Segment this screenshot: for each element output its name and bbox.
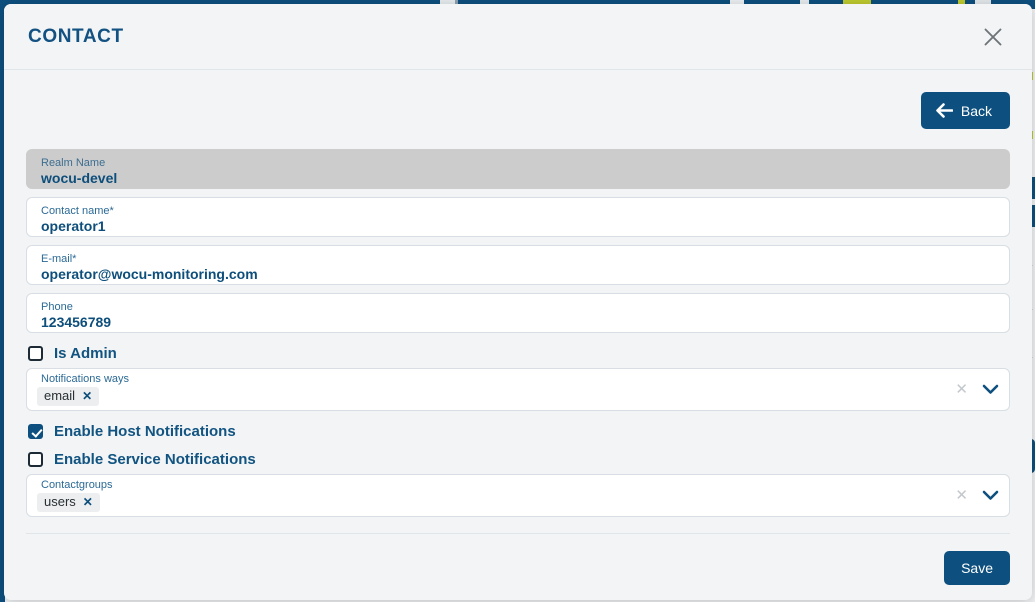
chevron-down-icon[interactable] [982, 384, 999, 395]
contactgroups-select[interactable]: Contactgroups users ✕ ✕ [26, 474, 1010, 517]
contactgroups-chips: users ✕ [37, 493, 939, 512]
notifications-ways-chips: email ✕ [37, 387, 939, 406]
field-phone[interactable]: Phone 123456789 [26, 293, 1010, 333]
field-email-label: E-mail* [41, 253, 997, 265]
field-contact-name[interactable]: Contact name* operator1 [26, 197, 1010, 237]
close-icon[interactable] [976, 20, 1010, 54]
chip[interactable]: email ✕ [37, 387, 100, 406]
clear-icon[interactable]: ✕ [955, 382, 968, 397]
field-email[interactable]: E-mail* operator@wocu-monitoring.com [26, 245, 1010, 285]
email-input[interactable]: operator@wocu-monitoring.com [41, 266, 997, 282]
save-button[interactable]: Save [944, 551, 1010, 585]
field-phone-label: Phone [41, 301, 73, 313]
field-email-label-text: E-mail [41, 253, 73, 265]
page-title: CONTACT [28, 25, 124, 47]
chevron-down-icon[interactable] [982, 490, 999, 501]
is-admin-label[interactable]: Is Admin [54, 345, 117, 362]
contact-modal: CONTACT Back Realm Name wocu-devel Conta… [4, 4, 1032, 600]
field-contact-name-label-text: Contact name [41, 205, 110, 217]
field-realm-name-label: Realm Name [41, 157, 106, 169]
back-button-label: Back [960, 102, 992, 119]
phone-input[interactable]: 123456789 [41, 314, 997, 330]
chip-remove-icon[interactable]: ✕ [82, 390, 92, 402]
enable-host-notifications-row[interactable]: Enable Host Notifications [26, 419, 1010, 444]
modal-toolbar: Back [26, 92, 1010, 129]
chip[interactable]: users ✕ [37, 493, 100, 512]
contactgroups-label: Contactgroups [41, 479, 113, 491]
notifications-ways-actions: ✕ [955, 369, 999, 410]
clear-icon[interactable]: ✕ [955, 488, 968, 503]
enable-service-notifications-checkbox[interactable] [28, 452, 43, 467]
chip-remove-icon[interactable]: ✕ [83, 496, 93, 508]
modal-footer: Save [26, 534, 1010, 585]
chip-label: users [44, 494, 76, 509]
field-realm-name-value: wocu-devel [41, 170, 118, 186]
enable-host-notifications-label[interactable]: Enable Host Notifications [54, 423, 236, 440]
is-admin-row[interactable]: Is Admin [26, 341, 1010, 366]
back-button[interactable]: Back [920, 92, 1010, 129]
contactgroups-actions: ✕ [955, 475, 999, 516]
required-asterisk: * [72, 253, 77, 265]
modal-header: CONTACT [4, 4, 1032, 70]
notifications-ways-select[interactable]: Notifications ways email ✕ ✕ [26, 368, 1010, 411]
field-realm-name: Realm Name wocu-devel [26, 149, 1010, 189]
enable-service-notifications-label[interactable]: Enable Service Notifications [54, 451, 256, 468]
notifications-ways-label: Notifications ways [41, 373, 130, 385]
required-asterisk: * [109, 205, 114, 217]
arrow-left-icon [936, 103, 953, 118]
contact-name-input[interactable]: operator1 [41, 218, 997, 234]
field-contact-name-label: Contact name* [41, 205, 997, 217]
is-admin-checkbox[interactable] [28, 346, 43, 361]
chip-label: email [44, 388, 76, 403]
modal-body: Back Realm Name wocu-devel Contact name*… [4, 70, 1032, 600]
enable-host-notifications-checkbox[interactable] [28, 424, 43, 439]
enable-service-notifications-row[interactable]: Enable Service Notifications [26, 447, 1010, 472]
